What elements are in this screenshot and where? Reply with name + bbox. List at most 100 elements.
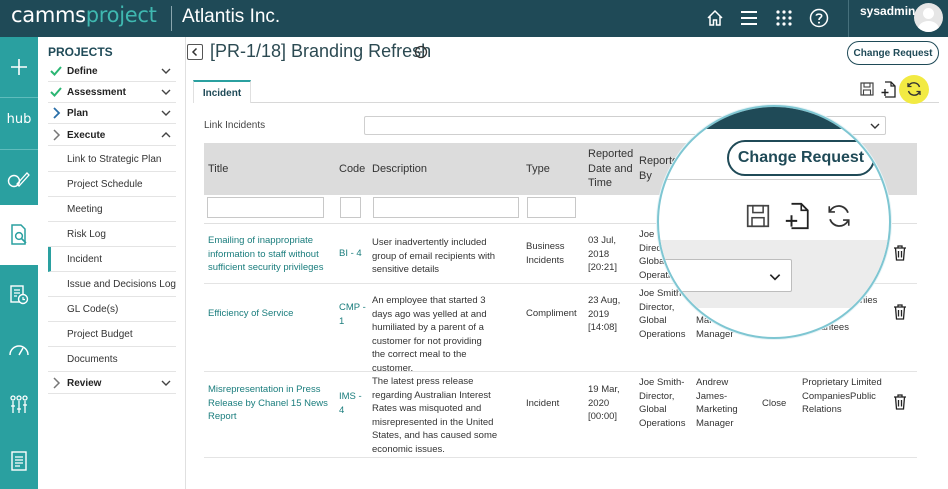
page-title: [PR-1/18] Branding Refresh bbox=[210, 41, 432, 61]
incident-type: Compliment bbox=[526, 308, 577, 319]
menu-item-meeting[interactable]: Meeting bbox=[48, 197, 176, 222]
project-menu-title: PROJECTS bbox=[48, 45, 113, 59]
magnified-refresh-icon[interactable] bbox=[825, 202, 853, 230]
section-label: Define bbox=[67, 66, 98, 77]
magnifier-callout: Change Request bbox=[657, 105, 891, 339]
magnified-save-icon[interactable] bbox=[744, 202, 772, 230]
column-header-reported-date[interactable]: Reported Date and Time bbox=[588, 147, 636, 191]
section-execute[interactable]: Execute bbox=[48, 125, 176, 146]
menu-item-risk-log[interactable]: Risk Log bbox=[48, 222, 176, 247]
refresh-icon[interactable] bbox=[905, 80, 923, 98]
incident-type: Business Incidents bbox=[526, 241, 565, 266]
incident-reported-by: Joe Smith-Director, Global Operations bbox=[639, 377, 686, 429]
incident-date: 23 Aug, 2019 [14:08] bbox=[588, 295, 621, 334]
column-header-description[interactable]: Description bbox=[372, 162, 427, 177]
menu-item-label: Documents bbox=[67, 354, 118, 365]
description-filter-input[interactable] bbox=[373, 197, 519, 218]
help-icon[interactable] bbox=[807, 6, 831, 30]
incident-date: 19 Mar, 2020 [00:00] bbox=[588, 384, 620, 423]
chevron-down-icon bbox=[161, 110, 171, 116]
incident-title-link[interactable]: Efficiency of Service bbox=[208, 307, 336, 321]
incident-status: Close bbox=[762, 398, 787, 409]
home-icon[interactable] bbox=[703, 6, 727, 30]
change-request-button[interactable]: Change Request bbox=[847, 41, 939, 65]
section-review[interactable]: Review bbox=[48, 373, 176, 394]
code-filter-input[interactable] bbox=[340, 197, 361, 218]
menu-item-project-budget[interactable]: Project Budget bbox=[48, 322, 176, 347]
menu-item-incident[interactable]: Incident bbox=[48, 247, 176, 272]
username[interactable]: sysadmin bbox=[860, 4, 915, 18]
tab-incident[interactable]: Incident bbox=[193, 80, 251, 103]
menu-item-gl-codes[interactable]: GL Code(s) bbox=[48, 297, 176, 322]
hub-button[interactable]: hub bbox=[0, 89, 38, 149]
section-label: Review bbox=[67, 378, 102, 389]
column-header-type[interactable]: Type bbox=[526, 162, 550, 177]
plus-icon[interactable] bbox=[0, 37, 38, 97]
section-assessment[interactable]: Assessment bbox=[48, 82, 176, 103]
magnified-add-document-icon[interactable] bbox=[784, 202, 812, 230]
check-icon bbox=[50, 66, 62, 76]
menu-item-label: Incident bbox=[67, 254, 103, 265]
calendar-report-icon[interactable] bbox=[0, 265, 38, 325]
incident-description: User inadvertently included group of ema… bbox=[372, 237, 496, 276]
back-icon bbox=[191, 47, 198, 57]
chevron-down-icon bbox=[161, 89, 171, 95]
chevron-down-icon bbox=[769, 274, 781, 281]
incident-title-link[interactable]: Misrepresentation in Press Release by Ch… bbox=[208, 383, 336, 424]
chat-icon[interactable] bbox=[414, 45, 428, 59]
top-navigation-bar: cammsproject Atlantis Inc. sysadmin bbox=[0, 0, 948, 37]
column-header-title[interactable]: Title bbox=[208, 162, 228, 177]
trash-icon[interactable] bbox=[893, 394, 907, 410]
chevron-down-icon bbox=[161, 68, 171, 74]
section-define[interactable]: Define bbox=[48, 61, 176, 82]
section-label: Plan bbox=[67, 108, 89, 119]
edit-icon[interactable] bbox=[0, 149, 38, 209]
org-chart-icon[interactable] bbox=[0, 375, 38, 435]
menu-item-label: Project Schedule bbox=[67, 179, 143, 190]
menu-item-issue-and-decisions-log[interactable]: Issue and Decisions Log bbox=[48, 272, 176, 297]
section-plan[interactable]: Plan bbox=[48, 103, 176, 124]
menu-icon[interactable] bbox=[737, 6, 761, 30]
trash-icon[interactable] bbox=[893, 304, 907, 320]
menu-item-link-to-strategic-plan[interactable]: Link to Strategic Plan bbox=[48, 147, 176, 172]
tab-divider bbox=[193, 102, 939, 103]
apps-grid-icon[interactable] bbox=[772, 6, 796, 30]
incident-code[interactable]: BI - 4 bbox=[339, 247, 369, 261]
magnified-link-incidents-select[interactable] bbox=[659, 259, 792, 292]
report-icon[interactable] bbox=[0, 431, 38, 489]
organization-name: Atlantis Inc. bbox=[182, 6, 281, 27]
document-search-icon[interactable] bbox=[0, 205, 38, 265]
type-filter-input[interactable] bbox=[527, 197, 576, 218]
left-rail: hub bbox=[0, 37, 38, 489]
avatar[interactable] bbox=[914, 3, 943, 32]
title-filter-input[interactable] bbox=[207, 197, 324, 218]
chevron-right-icon bbox=[53, 107, 61, 119]
chevron-up-icon bbox=[161, 132, 171, 138]
gauge-icon[interactable] bbox=[0, 319, 38, 379]
incident-date: 03 Jul, 2018 [20:21] bbox=[588, 235, 618, 274]
section-label: Assessment bbox=[67, 87, 126, 98]
incident-description: The latest press release regarding Austr… bbox=[372, 376, 498, 455]
incident-title-link[interactable]: Emailing of inappropriate information to… bbox=[208, 234, 336, 275]
hub-label: hub bbox=[6, 111, 32, 127]
incident-category: Proprietary Limited CompaniesPublic Rela… bbox=[802, 377, 882, 416]
incident-code[interactable]: IMS - 4 bbox=[339, 390, 367, 417]
chevron-down-icon bbox=[161, 380, 171, 386]
menu-item-label: GL Code(s) bbox=[67, 304, 119, 315]
menu-item-documents[interactable]: Documents bbox=[48, 347, 176, 372]
trash-icon[interactable] bbox=[893, 245, 907, 261]
brand-logo[interactable]: cammsproject bbox=[11, 3, 157, 27]
brand-text-2: project bbox=[85, 3, 157, 27]
magnified-change-request-button[interactable]: Change Request bbox=[727, 140, 875, 176]
table-row[interactable]: Misrepresentation in Press Release by Ch… bbox=[204, 372, 917, 458]
save-icon[interactable] bbox=[858, 80, 876, 98]
link-incidents-label: Link Incidents bbox=[204, 120, 266, 131]
column-header-code[interactable]: Code bbox=[339, 162, 365, 177]
back-button[interactable] bbox=[187, 44, 203, 60]
incident-description: An employee that started 3 days ago was … bbox=[372, 295, 487, 374]
add-document-icon[interactable] bbox=[880, 80, 898, 98]
incident-code[interactable]: CMP - 1 bbox=[339, 301, 367, 328]
menu-item-project-schedule[interactable]: Project Schedule bbox=[48, 172, 176, 197]
magnified-divider bbox=[659, 179, 889, 180]
brand-text-1: camms bbox=[11, 3, 86, 27]
